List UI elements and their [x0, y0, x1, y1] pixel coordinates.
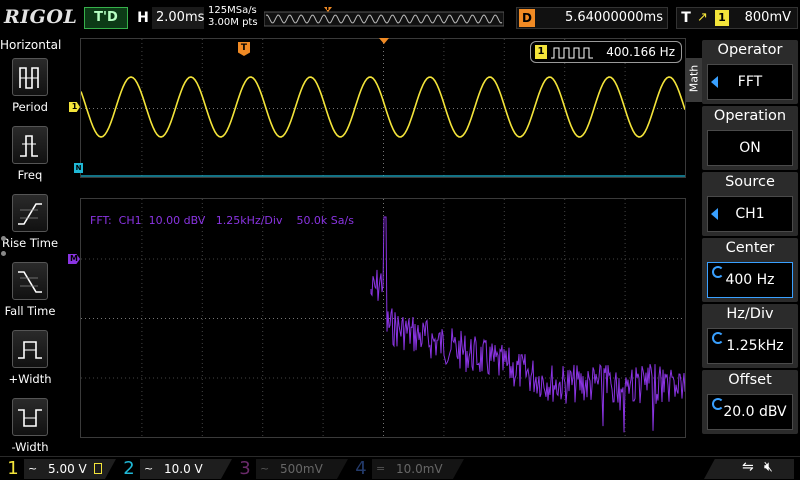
channel-2-number: 2	[123, 458, 135, 479]
fft-spectrum-trace	[370, 216, 686, 433]
trigger-source-channel: 1	[715, 10, 729, 26]
channel-4-number: 4	[355, 458, 367, 479]
measure-period[interactable]: Period	[0, 58, 60, 124]
measure-negative-width[interactable]: -Width	[0, 398, 60, 464]
fft-info-label: FFT: CH1 10.00 dBV 1.25kHz/Div 50.0k Sa/…	[90, 214, 354, 227]
menu-operation[interactable]: Operation ON	[702, 106, 798, 170]
rigol-logo: RIGOL	[4, 6, 78, 28]
center-header: Center	[725, 240, 775, 256]
operation-header: Operation	[713, 108, 787, 124]
top-status-bar: RIGOL T'D H 2.00ms 125MSa/s 3.00M pts T …	[0, 0, 800, 36]
trigger-label: T	[681, 10, 691, 26]
delay-label: D	[519, 9, 535, 27]
menu-offset[interactable]: Offset 20.0 dBV	[702, 370, 798, 434]
speaker-muted-icon[interactable]: 🔇︎	[764, 459, 773, 475]
source-header: Source	[725, 174, 775, 190]
rising-edge-icon: ↗	[697, 10, 708, 25]
negative-width-label: -Width	[11, 440, 49, 454]
bandwidth-limit-icon	[94, 463, 102, 474]
period-label: Period	[12, 100, 48, 114]
source-value-box[interactable]: CH1	[707, 196, 793, 232]
ch2-position-marker[interactable]: N	[74, 163, 83, 173]
fft-window[interactable]	[80, 198, 686, 438]
channel-2-status[interactable]: 2 ~ 10.0 V	[120, 459, 236, 479]
trigger-status-badge: T'D	[84, 7, 128, 29]
fall-time-label: Fall Time	[4, 304, 56, 318]
math-menu-tab[interactable]: Math	[686, 58, 702, 102]
channel-4-status[interactable]: 4 = 10.0mV	[352, 459, 468, 479]
channel-3-scale: 500mV	[280, 462, 323, 476]
horizontal-timebase-box[interactable]: H 2.00ms	[134, 7, 204, 29]
channel-1-coupling-icon: ~	[28, 462, 38, 475]
fall-time-icon[interactable]	[12, 262, 48, 300]
trigger-delay-marker	[379, 38, 389, 44]
delay-value: 5.64000000ms	[564, 10, 663, 25]
sidebar-scroll-dots	[0, 236, 8, 266]
usb-icon: ⇋	[742, 459, 754, 475]
operation-value-box[interactable]: ON	[707, 130, 793, 166]
center-value-box[interactable]: 400 Hz	[707, 262, 793, 298]
frequency-counter[interactable]: 1 400.166 Hz	[530, 41, 682, 63]
offset-value: 20.0 dBV	[723, 404, 787, 420]
channel-status-bar: 1 ~ 5.00 V 2 ~ 10.0 V 3 ~ 500mV 4 = 10.0…	[0, 456, 800, 480]
negative-width-icon[interactable]	[12, 398, 48, 436]
measurement-sidebar: Horizontal Period Freq Rise Time Fall Ti…	[0, 36, 62, 454]
ch1-position-marker[interactable]: 1	[69, 102, 80, 112]
memory-depth: 3.00M pts	[208, 17, 258, 28]
frequency-icon[interactable]	[12, 126, 48, 164]
memory-overview: T	[264, 3, 504, 30]
hz-div-header: Hz/Div	[726, 306, 774, 322]
operator-value-box[interactable]: FFT	[707, 64, 793, 100]
timebase-value: 2.00ms	[156, 10, 205, 25]
measure-positive-width[interactable]: +Width	[0, 330, 60, 396]
channel-1-scale: 5.00 V	[48, 462, 87, 476]
memory-overview-waveform	[264, 7, 504, 27]
menu-operator[interactable]: Operator FFT	[702, 40, 798, 104]
channel-4-scale: 10.0mV	[396, 462, 443, 476]
positive-width-icon[interactable]	[12, 330, 48, 368]
period-icon[interactable]	[12, 58, 48, 96]
rise-time-icon[interactable]	[12, 194, 48, 232]
operator-header: Operator	[717, 42, 783, 58]
operator-value: FFT	[737, 74, 763, 90]
channel-1-status[interactable]: 1 ~ 5.00 V	[4, 459, 120, 479]
menu-hz-div[interactable]: Hz/Div 1.25kHz	[702, 304, 798, 368]
sample-rate: 125MSa/s	[208, 5, 257, 16]
square-wave-icon	[551, 47, 593, 59]
hz-div-value-box[interactable]: 1.25kHz	[707, 328, 793, 364]
memory-trigger-marker: T	[325, 3, 331, 12]
channel-3-number: 3	[239, 458, 251, 479]
frequency-value: 400.166 Hz	[606, 45, 675, 59]
horizontal-label: H	[134, 7, 152, 29]
offset-header: Offset	[728, 372, 772, 388]
delay-box[interactable]: D 5.64000000ms	[516, 7, 668, 29]
trigger-box[interactable]: T ↗ 1 800mV	[676, 7, 798, 29]
offset-value-box[interactable]: 20.0 dBV	[707, 394, 793, 430]
freq-label: Freq	[17, 168, 43, 182]
measure-freq[interactable]: Freq	[0, 126, 60, 192]
channel-4-coupling-icon: =	[376, 462, 386, 475]
channel-2-scale: 10.0 V	[164, 462, 203, 476]
positive-width-label: +Width	[8, 372, 52, 386]
math-position-marker[interactable]: M	[68, 254, 80, 264]
operation-value: ON	[739, 140, 761, 156]
measure-rise-time[interactable]: Rise Time	[0, 194, 60, 260]
menu-center[interactable]: Center 400 Hz	[702, 238, 798, 302]
menu-source[interactable]: Source CH1	[702, 172, 798, 236]
channel-1-number: 1	[7, 458, 19, 479]
frequency-channel-badge: 1	[535, 45, 547, 59]
channel-3-status[interactable]: 3 ~ 500mV	[236, 459, 352, 479]
measure-fall-time[interactable]: Fall Time	[0, 262, 60, 328]
hz-div-value: 1.25kHz	[726, 338, 784, 354]
sidebar-title: Horizontal	[0, 38, 62, 52]
rise-time-label: Rise Time	[1, 236, 59, 250]
trigger-level: 800mV	[744, 10, 791, 25]
center-value: 400 Hz	[725, 272, 775, 288]
fft-spectrum-plot	[81, 199, 686, 436]
channel-3-coupling-icon: ~	[260, 462, 270, 475]
acquisition-info: 125MSa/s 3.00M pts	[208, 5, 258, 29]
source-value: CH1	[735, 206, 765, 222]
channel-2-coupling-icon: ~	[144, 462, 154, 475]
